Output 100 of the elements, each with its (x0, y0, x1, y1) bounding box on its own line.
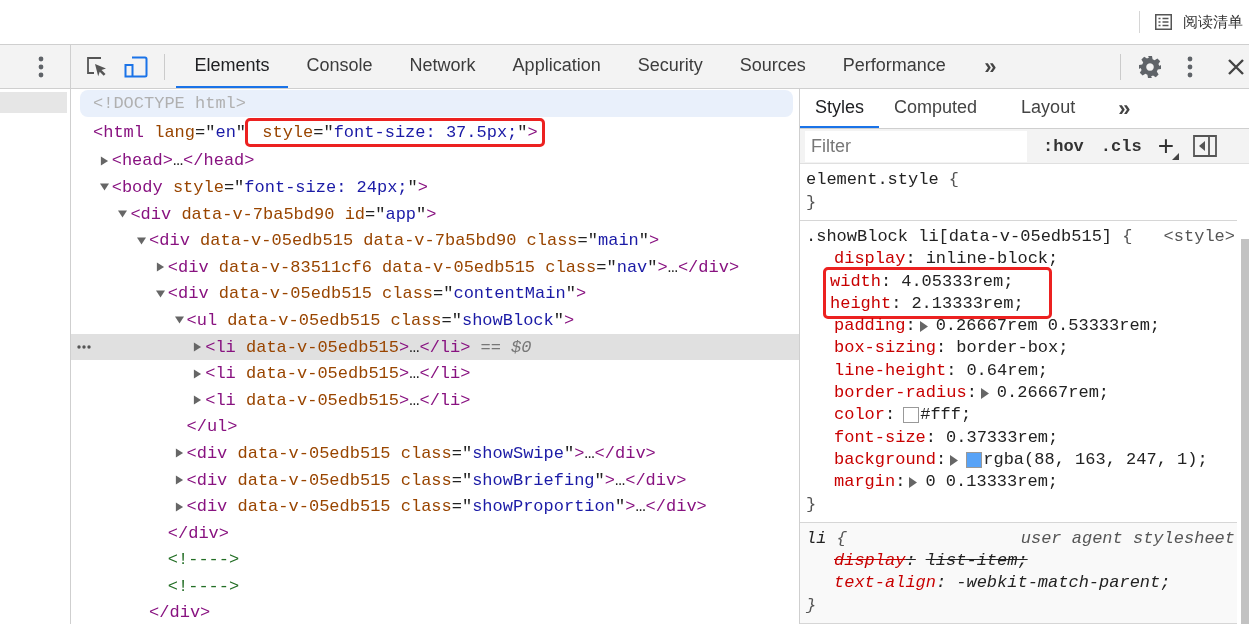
tree-row[interactable]: <div data-v-05edb515 class="contentMain"> (71, 280, 799, 308)
panel-tab[interactable]: Elements (176, 45, 289, 88)
triangle-icon[interactable] (193, 395, 203, 406)
panel-tab[interactable]: Security (619, 45, 722, 88)
panel-tab[interactable]: Computed (879, 89, 993, 128)
panel-tab[interactable]: Application (494, 45, 620, 88)
css-value[interactable]: 0.26667rem 0.53333rem; (935, 315, 1161, 338)
tree-row[interactable]: <li data-v-05edb515>…</li> == $0 (71, 333, 799, 361)
triangle-icon[interactable] (980, 387, 989, 399)
panel-tab[interactable]: Network (391, 45, 495, 88)
tree-row[interactable]: <div data-v-05edb515 data-v-7ba5bd90 class="main"> (71, 227, 799, 254)
css-selector: element.style (806, 170, 939, 190)
tree-row[interactable]: <div data-v-83511cf6 data-v-05edb515 class="nav">…</div> (71, 253, 799, 281)
tree-row[interactable]: <li data-v-05edb515>…</li> (71, 386, 799, 414)
panel-tab[interactable]: Console (288, 45, 392, 88)
tree-row[interactable]: <html lang="en" style="font-size: 37.5px;"> (71, 116, 799, 148)
style-source: user agent stylesheet (1020, 527, 1235, 550)
triangle-icon[interactable] (137, 235, 147, 246)
triangle-icon[interactable] (193, 342, 203, 353)
css-property[interactable]: font-size: (834, 426, 937, 449)
triangle-icon[interactable] (950, 454, 959, 466)
filter-field[interactable]: Filter (805, 130, 1027, 162)
markup-text: <head>…</head> (111, 151, 255, 171)
css-value[interactable]: -webkit-match-parent; (956, 572, 1171, 595)
reading-list-link[interactable]: 阅读清单 (1183, 12, 1243, 32)
css-value[interactable]: 0.64rem; (966, 359, 1049, 383)
markup-text: <div data-v-05edb515 class="showProportion">…</div> (186, 497, 707, 517)
scrollbar[interactable] (1241, 239, 1249, 624)
css-value[interactable]: 4.05333rem; (901, 270, 1014, 293)
color-swatch[interactable] (967, 453, 982, 468)
triangle-icon[interactable] (99, 155, 109, 166)
css-property[interactable]: box-sizing: (834, 337, 947, 360)
markup-text: <div data-v-83511cf6 data-v-05edb515 class="nav">…</div> (167, 257, 740, 277)
more-tabs-button[interactable]: » (1118, 95, 1131, 122)
triangle-icon[interactable] (155, 288, 165, 299)
css-value[interactable]: list-item; (925, 550, 1028, 573)
tree-row[interactable]: <ul data-v-05edb515 class="showBlock"> (71, 307, 799, 334)
tree-row[interactable]: <div data-v-05edb515 class="showBriefing">…</div> (71, 466, 799, 494)
markup-text: <ul data-v-05edb515 class="showBlock"> (186, 310, 575, 330)
css-property[interactable]: border-radius: (834, 382, 977, 405)
triangle-icon[interactable] (99, 182, 109, 193)
inspect-icon[interactable] (85, 54, 109, 79)
triangle-icon[interactable] (118, 209, 128, 220)
css-property[interactable]: margin: (834, 471, 906, 494)
toggle-button[interactable]: .cls (1100, 136, 1142, 156)
tree-row[interactable]: <!----> (71, 573, 799, 600)
triangle-icon[interactable] (174, 315, 184, 326)
row-highlight (0, 92, 67, 113)
css-property[interactable]: background: (834, 448, 947, 472)
css-value[interactable]: inline-block; (925, 248, 1059, 271)
markup-text: <li data-v-05edb515>…</li> (205, 364, 471, 384)
css-value[interactable]: 0.37333rem; (946, 426, 1059, 449)
css-value[interactable]: border-box; (956, 337, 1069, 360)
css-property[interactable]: color: (834, 404, 896, 427)
markup-text: <!----> (167, 550, 240, 570)
css-value[interactable]: 0 0.13333rem; (925, 471, 1059, 494)
style-source[interactable]: <style> (1163, 225, 1235, 249)
css-property[interactable]: text-align: (834, 572, 947, 595)
css-value[interactable]: rgba(88, 163, 247, 1); (983, 448, 1208, 472)
triangle-icon[interactable] (919, 320, 928, 332)
triangle-icon[interactable] (193, 368, 203, 379)
markup-text: <li data-v-05edb515>…</li> (205, 390, 471, 410)
tree-row[interactable]: <div data-v-7ba5bd90 id="app"> (71, 200, 799, 228)
tree-row[interactable]: <head>…</head> (71, 147, 799, 175)
more-icon[interactable] (1187, 55, 1193, 78)
sidebar-icon[interactable] (1193, 135, 1217, 158)
settings-icon[interactable] (1138, 54, 1162, 79)
color-swatch[interactable] (904, 408, 919, 423)
css-property[interactable]: line-height: (834, 359, 957, 383)
node-reference: == $0 (480, 337, 532, 357)
css-property[interactable]: width: (830, 270, 892, 293)
css-value[interactable]: #fff; (920, 404, 972, 427)
tree-row[interactable]: <div data-v-05edb515 class="showProportion">…</div> (71, 493, 799, 520)
new-rule-button[interactable]: + (1157, 132, 1179, 161)
triangle-icon[interactable] (174, 501, 184, 512)
css-property[interactable]: display: (834, 550, 916, 573)
markup-text: <body style="font-size: 24px;"> (111, 178, 428, 197)
css-value[interactable]: 0.26667rem; (996, 382, 1110, 405)
tree-row[interactable]: <li data-v-05edb515>…</li> (71, 360, 799, 387)
more-icon[interactable] (38, 55, 44, 78)
triangle-icon[interactable] (174, 448, 184, 459)
tree-row[interactable]: <body style="font-size: 24px;"> (71, 174, 799, 201)
panel-tab[interactable]: Sources (721, 45, 825, 88)
open-brace: { (947, 170, 960, 190)
css-property[interactable]: padding: (834, 315, 916, 338)
panel-tab[interactable]: Performance (824, 45, 965, 88)
panel-tab[interactable]: Layout (1006, 89, 1091, 128)
triangle-icon[interactable] (174, 475, 184, 485)
toggle-button[interactable]: :hov (1043, 136, 1084, 156)
more-tabs-button[interactable]: » (984, 55, 997, 78)
css-property[interactable]: height: (830, 292, 902, 316)
css-property[interactable]: display: (834, 248, 916, 271)
tree-row[interactable]: <div data-v-05edb515 class="showSwipe">…</div> (71, 440, 799, 467)
list-icon[interactable] (1155, 14, 1172, 30)
close-icon[interactable] (1228, 58, 1244, 75)
ellipsis-icon[interactable] (77, 344, 91, 349)
triangle-icon[interactable] (909, 476, 918, 488)
tree-row[interactable]: <!----> (71, 546, 799, 574)
triangle-icon[interactable] (155, 262, 165, 273)
css-value[interactable]: 2.13333rem; (911, 292, 1024, 316)
